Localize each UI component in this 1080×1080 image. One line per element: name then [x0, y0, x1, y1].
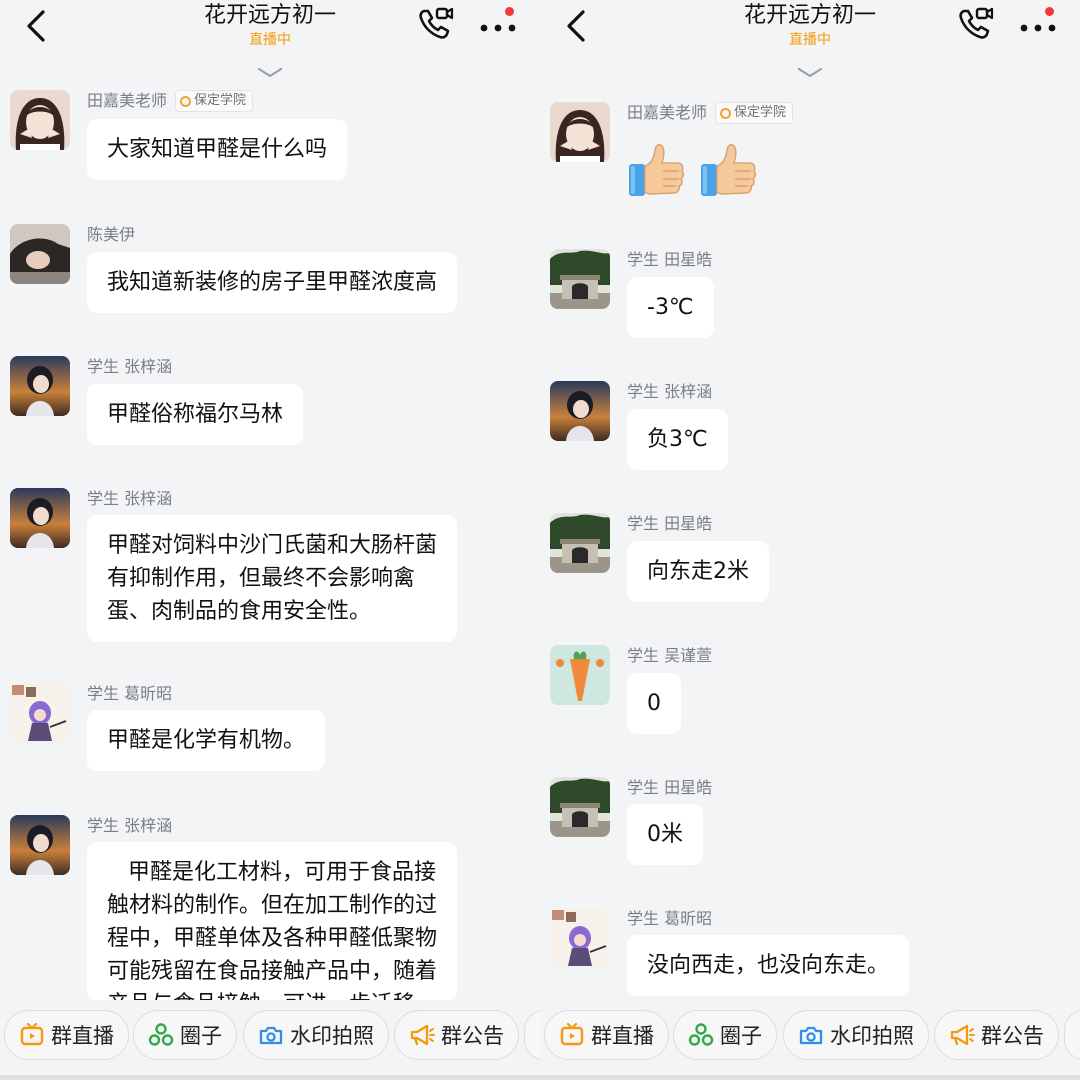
avatar[interactable]	[10, 90, 70, 150]
message-bubble[interactable]: 甲醛是化学有机物。	[87, 710, 326, 771]
sender-name: 学生 张梓涵	[87, 357, 173, 376]
camera-icon	[258, 1022, 284, 1048]
phone-call-icon	[415, 4, 455, 44]
notification-dot	[1045, 7, 1054, 16]
chat-title: 花开远方初一	[203, 3, 336, 28]
back-button[interactable]	[560, 6, 594, 46]
title-block: 花开远方初一 直播中	[660, 2, 960, 50]
more-button[interactable]	[476, 6, 520, 42]
avatar[interactable]	[10, 356, 70, 416]
megaphone-icon	[949, 1022, 975, 1048]
call-button[interactable]	[415, 4, 455, 44]
verified-badge-icon	[180, 95, 192, 107]
avatar[interactable]	[550, 777, 610, 837]
group-announcement-button[interactable]: 群公告	[934, 1010, 1059, 1060]
sender-name: 陈美伊	[87, 225, 136, 244]
sender-name: 田嘉美老师 保定学院	[627, 102, 794, 124]
sender-name: 学生 张梓涵	[87, 489, 173, 508]
chevron-left-icon	[20, 6, 54, 46]
avatar[interactable]	[550, 102, 610, 162]
thumbs-up-icon	[699, 140, 759, 200]
more-tools-button[interactable]	[524, 1010, 540, 1060]
message-bubble[interactable]: 0	[627, 673, 681, 734]
watermark-camera-button[interactable]: 水印拍照	[243, 1010, 389, 1060]
avatar[interactable]	[10, 683, 70, 743]
circle-button[interactable]: 圈子	[133, 1010, 237, 1060]
org-tag: 保定学院	[175, 90, 254, 112]
chat-header: 花开远方初一 直播中	[540, 0, 1080, 88]
avatar[interactable]	[10, 224, 70, 284]
chat-screen-left: 花开远方初一 直播中 田嘉美老师 保定学院 大家知道甲醛是什么吗 陈美伊 我知道…	[0, 0, 540, 1080]
message-bubble[interactable]: 我知道新装修的房子里甲醛浓度高	[87, 252, 458, 313]
avatar[interactable]	[550, 249, 610, 309]
sender-name: 学生 张梓涵	[87, 816, 173, 835]
notification-dot	[505, 7, 514, 16]
avatar[interactable]	[10, 815, 70, 875]
group-announcement-button[interactable]: 群公告	[394, 1010, 519, 1060]
sender-name: 学生 田星皓	[627, 778, 713, 797]
phone-call-icon	[955, 4, 995, 44]
quick-action-bar: 群直播 圈子 水印拍照 群公告	[0, 1000, 540, 1080]
message-bubble[interactable]: 甲醛对饲料中沙门氏菌和大肠杆菌 有抑制作用，但最终不会影响禽 蛋、肉制品的食用安…	[87, 515, 458, 642]
back-button[interactable]	[20, 6, 54, 46]
message-bubble[interactable]: 甲醛俗称福尔马林	[87, 384, 304, 445]
sender-name: 学生 葛昕昭	[87, 684, 173, 703]
live-status-label: 直播中	[249, 32, 291, 48]
sender-name: 学生 张梓涵	[627, 382, 713, 401]
verified-badge-icon	[720, 107, 732, 119]
message-bubble[interactable]: 甲醛是化工材料，可用于食品接 触材料的制作。但在加工制作的过 程中，甲醛单体及各…	[87, 842, 458, 1000]
org-tag: 保定学院	[715, 102, 794, 124]
megaphone-icon	[409, 1022, 435, 1048]
message-bubble[interactable]: -3℃	[627, 277, 714, 338]
message-bubble[interactable]: 向东走2米	[627, 541, 769, 602]
avatar[interactable]	[550, 908, 610, 968]
divider	[540, 1075, 1080, 1080]
avatar[interactable]	[550, 381, 610, 441]
circle-group-icon	[148, 1022, 174, 1048]
circle-button[interactable]: 圈子	[673, 1010, 777, 1060]
more-button[interactable]	[1016, 6, 1060, 42]
live-tv-icon	[19, 1022, 45, 1048]
sender-name: 学生 葛昕昭	[627, 909, 713, 928]
group-live-button[interactable]: 群直播	[544, 1010, 669, 1060]
chevron-left-icon	[560, 6, 594, 46]
camera-icon	[798, 1022, 824, 1048]
sender-name: 学生 田星皓	[627, 514, 713, 533]
avatar[interactable]	[550, 645, 610, 705]
chat-header: 花开远方初一 直播中	[0, 0, 540, 88]
quick-action-bar: 群直播 圈子 水印拍照 群公告	[540, 1000, 1080, 1080]
chevron-down-icon[interactable]	[255, 64, 285, 82]
message-bubble[interactable]: 负3℃	[627, 409, 728, 470]
group-live-button[interactable]: 群直播	[4, 1010, 129, 1060]
chat-title: 花开远方初一	[743, 3, 876, 28]
sender-name: 学生 吴谨萱	[627, 646, 713, 665]
sender-name: 田嘉美老师 保定学院	[87, 90, 254, 112]
chat-screen-right: 花开远方初一 直播中 田嘉美老师 保定学院 学生 田星皓 -3℃ 学生 张梓涵 …	[540, 0, 1080, 1080]
message-bubble[interactable]: 没向西走，也没向东走。	[627, 935, 910, 996]
emoji-message[interactable]	[627, 140, 759, 200]
divider	[0, 1075, 540, 1080]
message-bubble[interactable]: 0米	[627, 804, 703, 865]
title-block: 花开远方初一 直播中	[120, 2, 420, 50]
chevron-down-icon[interactable]	[795, 64, 825, 82]
live-status-label: 直播中	[789, 32, 831, 48]
message-bubble[interactable]: 大家知道甲醛是什么吗	[87, 119, 348, 180]
call-button[interactable]	[955, 4, 995, 44]
sender-name: 学生 田星皓	[627, 250, 713, 269]
live-tv-icon	[559, 1022, 585, 1048]
watermark-camera-button[interactable]: 水印拍照	[783, 1010, 929, 1060]
avatar[interactable]	[10, 488, 70, 548]
thumbs-up-icon	[627, 140, 687, 200]
circle-group-icon	[688, 1022, 714, 1048]
avatar[interactable]	[550, 513, 610, 573]
more-tools-button[interactable]	[1064, 1010, 1080, 1060]
